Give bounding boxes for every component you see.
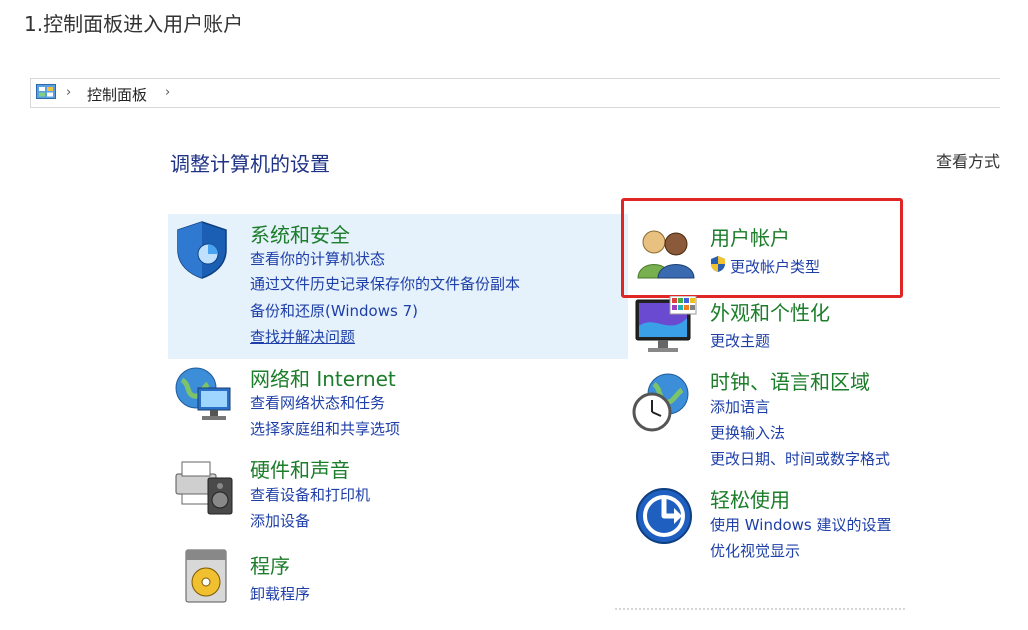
- category-title-network[interactable]: 网络和 Internet: [250, 363, 396, 392]
- breadcrumb-control-panel[interactable]: 控制面板: [87, 84, 147, 105]
- divider: [615, 608, 905, 610]
- link-devices-printers[interactable]: 查看设备和打印机: [250, 484, 370, 505]
- link-file-history-backup[interactable]: 通过文件历史记录保存你的文件备份副本: [250, 273, 520, 294]
- caption-text: 1.控制面板进入用户账户: [24, 12, 244, 36]
- printer-speaker-icon[interactable]: [172, 454, 236, 522]
- link-network-status[interactable]: 查看网络状态和任务: [250, 392, 385, 413]
- ease-of-access-icon[interactable]: [634, 486, 694, 550]
- link-uninstall-program[interactable]: 卸载程序: [250, 583, 310, 604]
- appearance-monitor-icon[interactable]: [634, 295, 698, 364]
- link-optimize-visual-display[interactable]: 优化视觉显示: [710, 540, 800, 561]
- link-add-device[interactable]: 添加设备: [250, 510, 310, 531]
- address-bar[interactable]: › 控制面板 ›: [30, 78, 1000, 108]
- category-title-clock-language[interactable]: 时钟、语言和区域: [710, 366, 870, 395]
- control-panel-icon: [36, 84, 56, 100]
- clock-globe-icon[interactable]: [630, 370, 694, 440]
- category-title-system-security[interactable]: 系统和安全: [250, 219, 350, 248]
- page-title: 调整计算机的设置: [170, 152, 330, 176]
- link-view-computer-status[interactable]: 查看你的计算机状态: [250, 248, 385, 269]
- breadcrumb-separator[interactable]: ›: [66, 85, 71, 100]
- link-change-date-time-format[interactable]: 更改日期、时间或数字格式: [710, 448, 890, 469]
- link-backup-restore[interactable]: 备份和还原(Windows 7): [250, 300, 418, 321]
- link-change-theme[interactable]: 更改主题: [710, 330, 770, 351]
- link-homegroup-sharing[interactable]: 选择家庭组和共享选项: [250, 418, 400, 439]
- programs-disc-icon[interactable]: [178, 548, 234, 612]
- category-title-appearance[interactable]: 外观和个性化: [710, 297, 830, 326]
- category-title-hardware-sound[interactable]: 硬件和声音: [250, 454, 350, 483]
- network-globe-icon[interactable]: [172, 364, 234, 428]
- link-add-language[interactable]: 添加语言: [710, 396, 770, 417]
- view-by-label: 查看方式: [935, 152, 1000, 171]
- link-troubleshoot[interactable]: 查找并解决问题: [250, 326, 355, 347]
- breadcrumb-separator[interactable]: ›: [165, 85, 170, 100]
- category-title-ease-of-access[interactable]: 轻松使用: [710, 484, 790, 513]
- category-title-programs[interactable]: 程序: [250, 550, 290, 579]
- shield-icon[interactable]: [174, 220, 230, 284]
- annotation-highlight-box: [621, 198, 903, 298]
- link-recommended-settings[interactable]: 使用 Windows 建议的设置: [710, 514, 892, 535]
- link-change-input-method[interactable]: 更换输入法: [710, 422, 785, 443]
